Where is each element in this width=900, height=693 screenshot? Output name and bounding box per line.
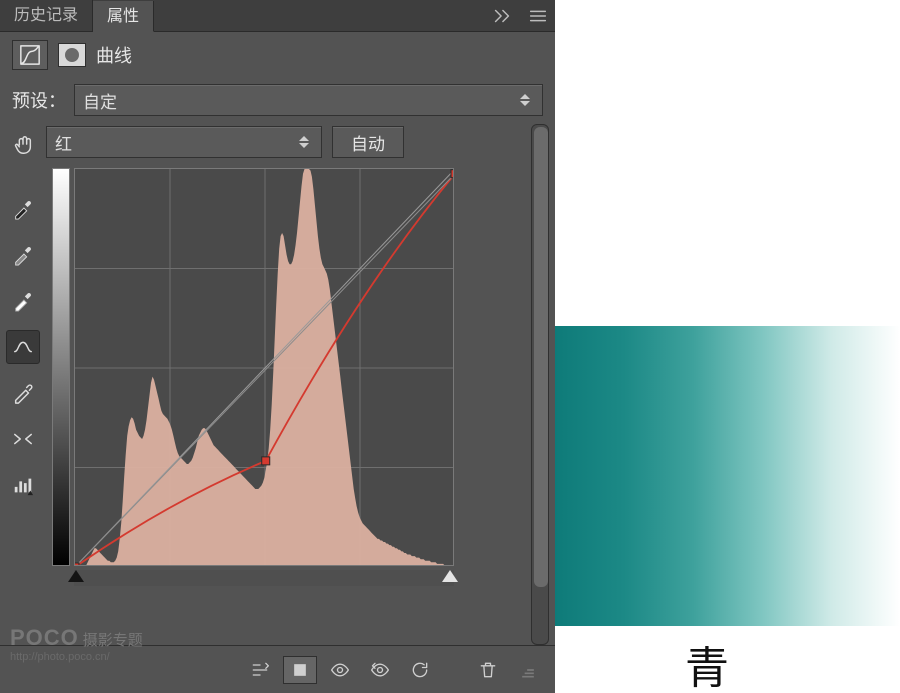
watermark: POCO摄影专题 http://photo.poco.cn/ [10,625,143,663]
chevron-updown-icon [516,94,534,106]
panel-footer: POCO摄影专题 http://photo.poco.cn/ [0,645,555,693]
preset-label: 预设： [12,87,66,113]
clip-to-layer-icon[interactable] [283,656,317,684]
curves-graph[interactable] [52,168,458,588]
output-gradient-strip [52,168,70,566]
channel-select[interactable]: 红 [46,126,322,158]
targeted-adjust-icon[interactable] [6,128,40,162]
watermark-url: http://photo.poco.cn/ [10,651,143,663]
align-icon[interactable] [243,656,277,684]
preview-area: 青 [555,0,900,693]
curve-canvas[interactable] [75,169,454,566]
preset-select[interactable]: 自定 [74,84,543,116]
smooth-curve-icon[interactable] [6,330,40,364]
clip-histogram-icon[interactable] [6,468,40,502]
tab-history[interactable]: 历史记录 [0,0,93,31]
curve-tool-column [0,120,46,645]
collapse-icon[interactable] [491,5,513,27]
auto-smooth-icon[interactable] [6,422,40,456]
preset-row: 预设： 自定 [0,78,555,120]
cyan-gradient-swatch [555,326,900,626]
scrollbar-thumb[interactable] [534,127,548,587]
black-input-slider[interactable] [68,570,84,582]
color-label: 青 [685,632,729,693]
panel-menu-icon[interactable] [527,5,549,27]
gray-point-eyedropper-icon[interactable] [6,238,40,272]
previous-state-icon[interactable] [363,656,397,684]
panel-tabs: 历史记录 属性 [0,0,555,32]
watermark-sub: 摄影专题 [83,632,143,649]
chevron-updown-icon [295,136,313,148]
visibility-icon[interactable] [323,656,357,684]
white-input-slider[interactable] [442,570,458,582]
tab-properties[interactable]: 属性 [93,1,154,32]
footer-grip-icon [511,656,545,684]
input-slider-strip [74,570,454,586]
freehand-curve-icon[interactable] [6,376,40,410]
properties-panel: 历史记录 属性 曲线 预设： 自定 [0,0,555,693]
channel-value: 红 [55,130,72,155]
curves-icon [12,40,48,70]
layer-mask-icon[interactable] [58,43,86,67]
white-point-eyedropper-icon[interactable] [6,284,40,318]
preset-value: 自定 [83,88,117,113]
panel-scrollbar[interactable] [531,124,549,645]
watermark-brand: POCO [10,625,79,650]
delete-icon[interactable] [471,656,505,684]
black-point-eyedropper-icon[interactable] [6,192,40,226]
channel-row: 红 自动 [46,120,517,168]
adjustment-title: 曲线 [96,42,132,68]
reset-icon[interactable] [403,656,437,684]
adjustment-header: 曲线 [0,32,555,78]
auto-button[interactable]: 自动 [332,126,404,158]
